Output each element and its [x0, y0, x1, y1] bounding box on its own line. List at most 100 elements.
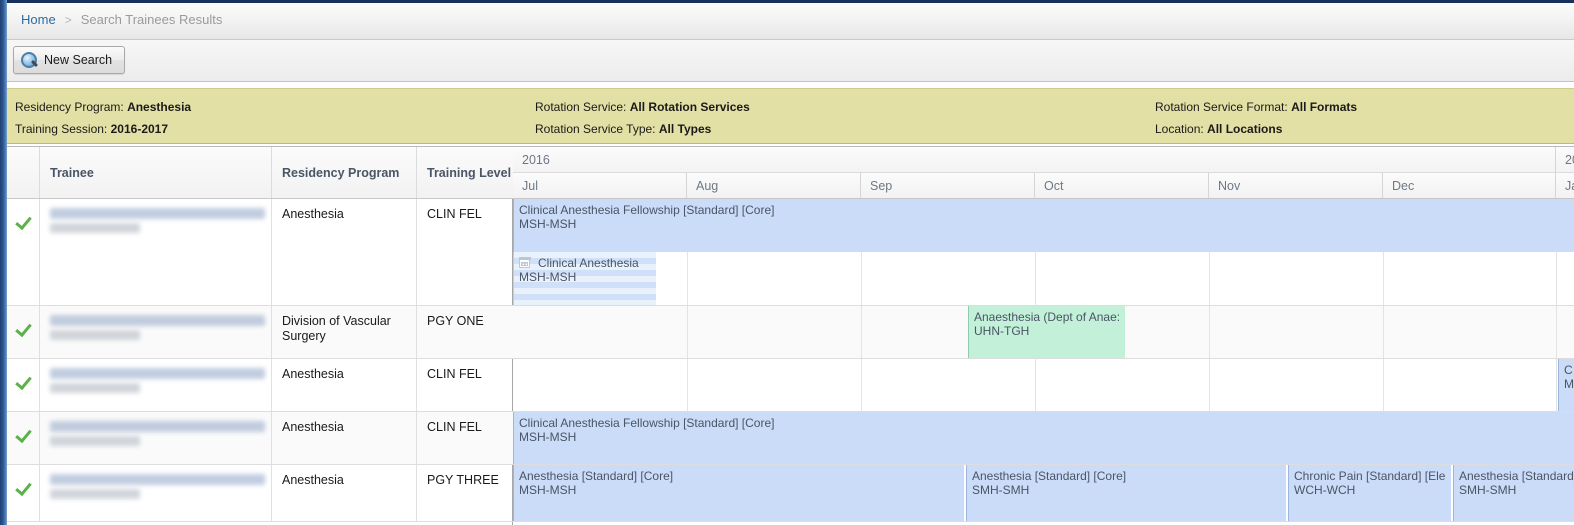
- timeline-gridline: [687, 359, 688, 411]
- cell-trainee[interactable]: [40, 359, 272, 411]
- rotation-bar[interactable]: Clinical AnesthesiaMSH-MSH: [513, 252, 656, 305]
- row-select-checkbox[interactable]: [7, 359, 40, 411]
- cell-trainee[interactable]: [40, 199, 272, 305]
- redacted-trainee-name: [50, 223, 140, 233]
- redacted-trainee-name: [50, 421, 265, 432]
- timeline-gridline: [1556, 306, 1557, 358]
- check-icon: [15, 427, 31, 443]
- redacted-trainee-name: [50, 436, 140, 446]
- row-select-checkbox[interactable]: [7, 306, 40, 358]
- rotation-bar[interactable]: Clinical Anesthesia Fellowship [Standard…: [513, 412, 1574, 464]
- column-header-trainee[interactable]: Trainee: [40, 147, 272, 198]
- rotation-bar[interactable]: Chronic Pain [Standard] [EleWCH-WCH: [1288, 465, 1451, 521]
- timeline-pane[interactable]: 20162017 JulAugSepOctNovDecJan Clinical …: [513, 147, 1574, 525]
- rotation-bar[interactable]: Anaesthesia (Dept of Anae:UHN-TGH: [968, 306, 1125, 358]
- redacted-trainee-name: [50, 383, 140, 393]
- table-row[interactable]: AnesthesiaCLIN FEL: [7, 359, 513, 412]
- row-select-checkbox[interactable]: [7, 465, 40, 521]
- new-search-button[interactable]: New Search: [13, 46, 125, 74]
- rotation-bar-title: Anesthesia [Standard]: [1459, 469, 1574, 483]
- cell-training-level: CLIN FEL: [417, 359, 513, 411]
- rotation-bar[interactable]: Anesthesia [Standard]SMH-SMH: [1453, 465, 1574, 521]
- rotation-bar-site: MSH-MSH: [519, 483, 964, 497]
- timeline-row: Clinical Anesthesia Fellowship [Standard…: [513, 412, 1574, 465]
- cell-training-level: CLIN FEL: [417, 412, 513, 464]
- check-icon: [15, 480, 31, 496]
- rotation-bar-title: Clinical Anesthesia: [538, 256, 639, 270]
- timeline-month-sep[interactable]: Sep: [861, 173, 1035, 198]
- timeline-year-header-row: 20162017: [513, 147, 1574, 173]
- timeline-year-2016: 2016: [513, 147, 1556, 172]
- rotation-bar[interactable]: Anesthesia [Standard] [Core]SMH-SMH: [966, 465, 1286, 521]
- rotation-bar-site: SMH-SMH: [972, 483, 1286, 497]
- new-search-button-label: New Search: [44, 53, 112, 67]
- timeline-row: Clinical Anesthesia Fellowship [Standard…: [513, 199, 1574, 306]
- rotation-bar-site: M: [1564, 377, 1574, 391]
- rotation-bar-site: MSH-MSH: [519, 217, 1574, 231]
- column-header-training-level[interactable]: Training Level: [417, 147, 513, 198]
- timeline-gridline: [1556, 359, 1557, 411]
- timeline-row: CM: [513, 359, 1574, 412]
- timeline-gridline: [1209, 359, 1210, 411]
- breadcrumb-separator-icon: >: [65, 13, 72, 27]
- rotation-bar-site: UHN-TGH: [974, 324, 1125, 338]
- timeline-month-nov[interactable]: Nov: [1209, 173, 1383, 198]
- column-header-select[interactable]: [7, 147, 40, 198]
- table-row[interactable]: Division of Vascular SurgeryPGY ONE: [7, 306, 513, 359]
- timeline-gridline: [1383, 359, 1384, 411]
- toolbar: New Search Internal Rotation External Ro…: [7, 40, 1574, 82]
- check-icon: [15, 321, 31, 337]
- rotation-bar[interactable]: CM: [1558, 359, 1574, 411]
- timeline-month-header-row: JulAugSepOctNovDecJan: [513, 173, 1574, 199]
- rotation-bar-title: Clinical Anesthesia Fellowship [Standard…: [519, 203, 774, 217]
- search-icon: [21, 52, 38, 69]
- rotation-bar[interactable]: Clinical Anesthesia Fellowship [Standard…: [513, 199, 1574, 252]
- timeline-month-dec[interactable]: Dec: [1383, 173, 1556, 198]
- redacted-trainee-name: [50, 208, 265, 219]
- breadcrumb-home-link[interactable]: Home: [21, 12, 56, 27]
- cell-trainee[interactable]: [40, 465, 272, 521]
- rotation-bar[interactable]: Anesthesia [Standard] [Core]MSH-MSH: [513, 465, 964, 521]
- row-select-checkbox[interactable]: [7, 199, 40, 305]
- redacted-trainee-name: [50, 474, 265, 485]
- app-left-rail: [0, 0, 7, 525]
- cell-trainee[interactable]: [40, 412, 272, 464]
- timeline-gridline: [1035, 359, 1036, 411]
- timeline-gridline: [1383, 306, 1384, 358]
- redacted-trainee-name: [50, 489, 140, 499]
- table-row[interactable]: AnesthesiaCLIN FEL: [7, 412, 513, 465]
- timeline-gridline: [687, 306, 688, 358]
- rotation-bar-site: MSH-MSH: [519, 270, 656, 284]
- cell-residency-program: Anesthesia: [272, 199, 417, 305]
- redacted-trainee-name: [50, 315, 265, 326]
- timeline-month-aug[interactable]: Aug: [687, 173, 861, 198]
- filter-rotation-service-label: Rotation Service:: [535, 100, 626, 114]
- filter-training-session-label: Training Session:: [15, 122, 107, 136]
- rotation-bar-title: Anaesthesia (Dept of Anae:: [974, 310, 1120, 324]
- check-icon: [15, 374, 31, 390]
- filter-rotation-service-format-label: Rotation Service Format:: [1155, 100, 1288, 114]
- redacted-trainee-name: [50, 368, 265, 379]
- filter-residency-program: Residency Program: Anesthesia: [15, 100, 191, 114]
- row-select-checkbox[interactable]: [7, 412, 40, 464]
- filter-rotation-service-value: All Rotation Services: [630, 100, 750, 114]
- timeline-month-jan[interactable]: Jan: [1556, 173, 1574, 198]
- timeline-month-oct[interactable]: Oct: [1035, 173, 1209, 198]
- cell-trainee[interactable]: [40, 306, 272, 358]
- timeline-gridline: [861, 359, 862, 411]
- timeline-row: Anesthesia [Standard] [Core]MSH-MSHAnest…: [513, 465, 1574, 522]
- rotation-bar-site: SMH-SMH: [1459, 483, 1574, 497]
- breadcrumb: Home > Search Trainees Results: [7, 0, 1574, 40]
- table-row[interactable]: AnesthesiaCLIN FEL: [7, 199, 513, 306]
- filter-rotation-service-type: Rotation Service Type: All Types: [535, 122, 711, 136]
- table-row[interactable]: AnesthesiaPGY THREE: [7, 465, 513, 522]
- filter-summary-bar: Residency Program: Anesthesia Training S…: [7, 88, 1574, 144]
- timeline-month-jul[interactable]: Jul: [513, 173, 687, 198]
- filter-rotation-service-type-value: All Types: [659, 122, 711, 136]
- timeline-row: Anaesthesia (Dept of Anae:UHN-TGH: [513, 306, 1574, 359]
- column-header-residency-program[interactable]: Residency Program: [272, 147, 417, 198]
- calendar-icon: [519, 257, 530, 268]
- timeline-gridline: [861, 306, 862, 358]
- cell-training-level: CLIN FEL: [417, 199, 513, 305]
- rotation-bar-title: Anesthesia [Standard] [Core]: [519, 469, 673, 483]
